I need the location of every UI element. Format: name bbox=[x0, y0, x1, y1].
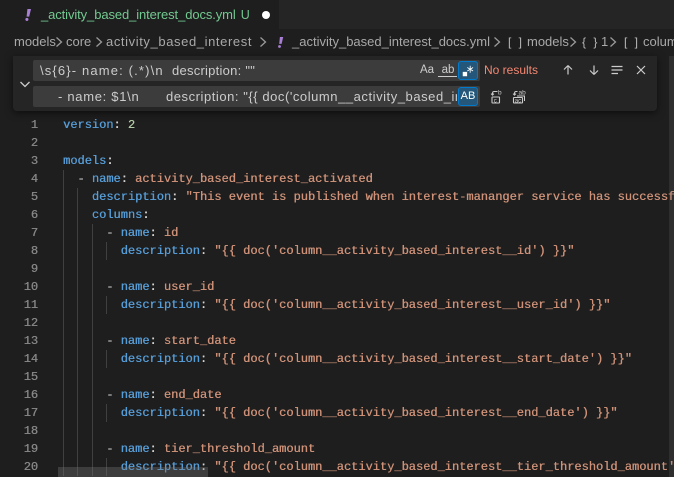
svg-text:c: c bbox=[494, 98, 497, 104]
svg-text:b: b bbox=[498, 90, 502, 97]
svg-text:ac: ac bbox=[515, 98, 521, 104]
